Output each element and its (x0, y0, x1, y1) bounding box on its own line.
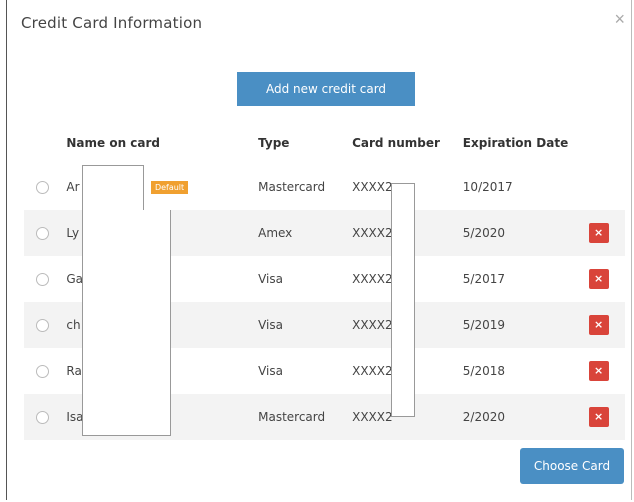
delete-icon[interactable]: × (588, 223, 609, 243)
radio-button[interactable] (36, 181, 49, 194)
delete-icon[interactable]: × (588, 407, 609, 427)
default-badge: Default (150, 181, 189, 194)
header-select (24, 121, 65, 164)
card-expiration: 5/2019 (462, 318, 506, 332)
card-name: Ar (66, 180, 80, 194)
card-name: Isa (66, 410, 84, 424)
radio-button[interactable] (36, 365, 49, 378)
header-actions (588, 121, 625, 164)
radio-button[interactable] (36, 319, 49, 332)
add-credit-card-button[interactable]: Add new credit card (237, 72, 415, 106)
radio-button[interactable] (36, 227, 49, 240)
delete-icon[interactable]: × (588, 361, 609, 381)
card-type: Amex (258, 226, 293, 240)
redaction-box (391, 183, 415, 417)
card-type: Mastercard (258, 180, 326, 194)
card-type: Visa (258, 318, 283, 332)
radio-button[interactable] (36, 411, 49, 424)
delete-icon[interactable]: × (588, 269, 609, 289)
header-expiration: Expiration Date (462, 135, 569, 150)
delete-icon[interactable]: × (588, 315, 609, 335)
close-icon[interactable]: × (614, 10, 625, 28)
header-name: Name on card (66, 135, 161, 150)
card-type: Visa (258, 364, 283, 378)
card-expiration: 5/2020 (462, 226, 506, 240)
credit-card-modal: Credit Card Information × Add new credit… (6, 0, 632, 500)
card-expiration: 5/2018 (462, 364, 506, 378)
action-cell (588, 164, 625, 210)
radio-button[interactable] (36, 273, 49, 286)
header-type: Type (258, 135, 290, 150)
card-type: Visa (258, 272, 283, 286)
table-header-row: Name on card Type Card number Expiration… (24, 121, 625, 164)
card-expiration: 10/2017 (462, 180, 513, 194)
redaction-box (82, 210, 171, 436)
card-type: Mastercard (258, 410, 326, 424)
modal-title: Credit Card Information (21, 14, 203, 32)
header-number: Card number (352, 135, 440, 150)
card-expiration: 2/2020 (462, 410, 506, 424)
choose-card-button[interactable]: Choose Card (520, 448, 624, 484)
card-expiration: 5/2017 (462, 272, 506, 286)
redaction-box (82, 165, 144, 212)
